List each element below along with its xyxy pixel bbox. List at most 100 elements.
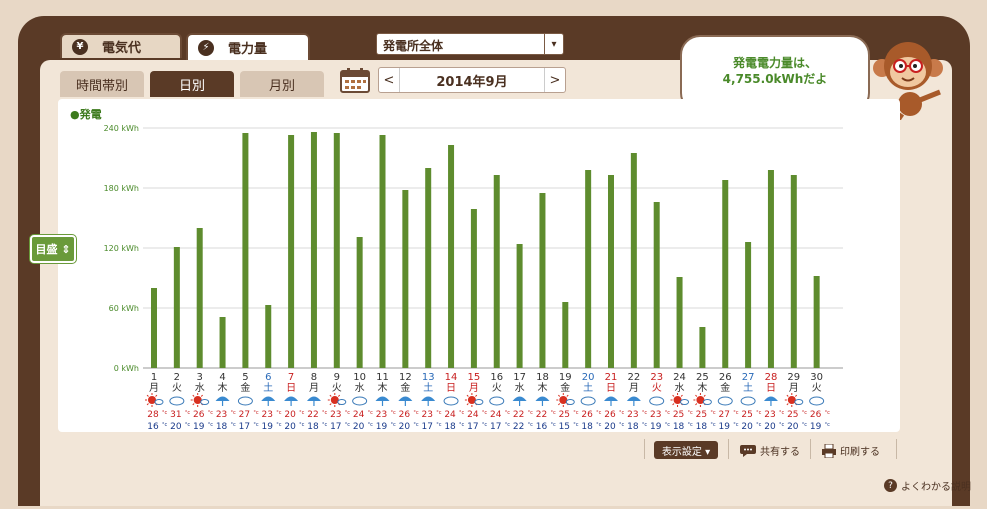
temp-unit-label: °c [550,410,556,416]
display-settings-button[interactable]: 表示設定 ▾ [654,441,718,459]
temp-unit-label: °c [231,410,237,416]
low-temp-label: 16 [147,422,159,432]
temp-unit-label: °c [528,410,534,416]
temp-unit-label: °c [436,410,442,416]
low-temp-label: 20 [764,422,776,432]
bar [448,145,455,368]
weekday-label: 土 [583,381,593,394]
bar [539,193,546,368]
x-tick-label: 15 [468,372,481,383]
temp-unit-label: °c [185,422,191,428]
temp-unit-label: °c [459,410,465,416]
temp-unit-label: °c [733,410,739,416]
cloud-icon [580,396,596,406]
cloud-icon [809,396,825,406]
high-temp-label: 25 [741,410,752,420]
temp-unit-label: °c [413,422,419,428]
sun-icon [190,393,210,407]
weekday-label: 日 [286,383,296,394]
temp-unit-label: °c [413,410,419,416]
low-temp-label: 18 [673,422,685,432]
bar [196,228,203,368]
temp-unit-label: °c [756,422,762,428]
weekday-label: 月 [309,382,319,394]
weekday-label: 木 [378,382,388,394]
temp-unit-label: °c [391,410,397,416]
cloud-icon [352,396,368,406]
weekday-label: 金 [240,381,250,394]
low-temp-label: 20 [604,422,616,432]
temp-unit-label: °c [596,422,602,428]
weekday-label: 日 [446,383,456,394]
x-tick-label: 12 [399,372,412,383]
temp-unit-label: °c [505,410,511,416]
high-temp-label: 25 [696,410,707,420]
x-tick-label: 21 [605,372,618,383]
temp-unit-label: °c [299,422,305,428]
weekday-label: 月 [629,382,639,394]
high-temp-label: 26 [399,410,411,420]
low-temp-label: 17 [467,422,478,432]
umbrella-icon [604,396,618,406]
low-temp-label: 18 [581,422,593,432]
print-button[interactable]: 印刷する [822,443,880,458]
high-temp-label: 22 [536,410,547,420]
bar [562,302,569,368]
bar [425,168,432,368]
weekday-label: 火 [652,382,662,394]
bar [402,190,409,368]
x-tick-label: 20 [582,372,595,383]
temp-unit-label: °c [299,410,305,416]
bar [608,175,614,368]
temp-unit-label: °c [688,410,694,416]
umbrella-icon [375,396,390,406]
bar [219,317,226,368]
bar [470,209,477,368]
temp-unit-label: °c [162,410,168,416]
x-tick-label: 16 [490,372,503,383]
high-temp-label: 27 [239,410,250,420]
temp-unit-label: °c [345,410,351,416]
low-temp-label: 19 [719,422,731,432]
printer-icon [822,443,836,458]
umbrella-icon [398,396,413,406]
bar [516,244,523,368]
weekday-label: 日 [606,383,616,394]
high-temp-label: 23 [627,410,638,420]
help-link[interactable]: ? よくわかる説明 [884,478,971,493]
low-temp-label: 19 [810,422,822,432]
cloud-icon [740,396,756,406]
bar [653,202,660,368]
low-temp-label: 20 [170,422,182,432]
x-tick-label: 17 [513,372,526,383]
umbrella-icon [421,396,436,406]
x-tick-label: 28 [765,372,778,383]
low-temp-label: 15 [559,422,570,432]
y-tick-label: 120 kWh [104,244,139,253]
bar [790,175,797,368]
low-temp-label: 19 [193,422,205,432]
temp-unit-label: °c [596,410,602,416]
power-bar-chart: 0 kWh60 kWh120 kWh180 kWh240 kWh1月28 °c16… [104,124,843,432]
share-button[interactable]: 共有する [740,443,800,458]
high-temp-label: 24 [444,410,456,420]
share-label: 共有する [760,447,800,458]
bar [173,247,180,368]
temp-unit-label: °c [779,422,785,428]
bar [242,133,249,368]
x-tick-label: 2 [174,372,180,383]
high-temp-label: 23 [421,410,432,420]
bar [676,277,683,368]
temp-unit-label: °c [802,410,808,416]
high-temp-label: 26 [604,410,616,420]
weekday-label: 木 [537,382,547,394]
umbrella-icon [626,396,641,406]
high-temp-label: 26 [193,410,205,420]
low-temp-label: 17 [490,422,501,432]
temp-unit-label: °c [573,422,579,428]
x-tick-label: 5 [242,372,248,383]
x-tick-label: 10 [353,372,366,383]
low-temp-label: 20 [741,422,753,432]
high-temp-label: 25 [673,410,684,420]
umbrella-icon [512,396,527,406]
